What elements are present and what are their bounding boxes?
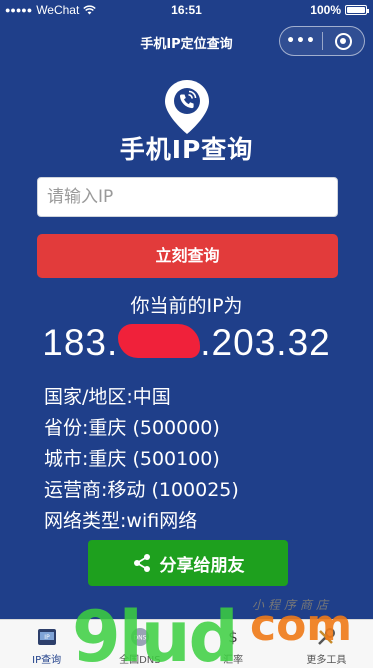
info-row-province: 省份:重庆 (500000): [44, 417, 220, 439]
current-ip-value: 183. .203.32: [0, 322, 373, 364]
info-row-city: 城市:重庆 (500100): [44, 448, 220, 470]
svg-text:$: $: [228, 628, 238, 646]
exchange-rate-icon: $: [228, 628, 238, 646]
tab-label-more-tools: 更多工具: [306, 655, 347, 666]
ip-search-input[interactable]: [37, 177, 338, 217]
tools-icon: [318, 628, 336, 645]
ip-query-icon: IP: [37, 629, 56, 645]
brand-title: 手机IP查询: [119, 135, 254, 164]
tab-label-exchange-rate: 汇率: [223, 655, 244, 666]
info-row-carrier: 运营商:移动 (100025): [44, 479, 239, 501]
ip-info-list: 国家/地区:中国 省份:重庆 (500000) 城市:重庆 (500100) 运…: [44, 382, 239, 537]
share-button-label: 分享给朋友: [159, 555, 245, 576]
ip-prefix: 183.: [42, 322, 119, 363]
info-row-network-type: 网络类型:wifi网络: [44, 510, 198, 532]
tab-label-ip-query: IP查询: [32, 655, 62, 666]
info-row-country: 国家/地区:中国: [44, 386, 171, 408]
close-mini-program-button[interactable]: [323, 32, 364, 50]
mini-program-capsule: •••: [279, 26, 365, 56]
close-circle-icon: [334, 32, 352, 50]
watermark-caption: 小程序商店: [252, 598, 333, 612]
navbar: 手机IP定位查询 •••: [0, 20, 373, 64]
status-right: 100%: [310, 3, 369, 17]
location-phone-logo-icon: [165, 80, 209, 134]
dns-icon: DNS: [130, 628, 149, 646]
svg-text:DNS: DNS: [133, 635, 146, 642]
current-ip-heading: 你当前的IP为: [130, 295, 243, 317]
tab-ip-query[interactable]: IP IP查询: [0, 620, 93, 668]
battery-icon: [345, 5, 369, 15]
query-now-button[interactable]: 立刻查询: [37, 234, 338, 278]
ip-suffix: .203.32: [200, 322, 331, 363]
status-bar: ●●●●● WeChat 16:51 100%: [0, 0, 373, 20]
tab-label-dns: 全国DNS: [119, 655, 161, 666]
battery-percent: 100%: [310, 3, 341, 17]
share-to-friend-button[interactable]: 分享给朋友: [88, 540, 288, 586]
bottom-tab-bar: IP IP查询 DNS 全国DNS $ 汇率 更多工具: [0, 619, 373, 668]
more-menu-button[interactable]: •••: [280, 33, 322, 49]
tab-more-tools[interactable]: 更多工具: [280, 620, 373, 668]
redaction-mark: [118, 324, 201, 358]
share-icon: [133, 554, 150, 572]
svg-text:IP: IP: [44, 634, 50, 641]
tab-exchange-rate[interactable]: $ 汇率: [187, 620, 280, 668]
tab-dns[interactable]: DNS 全国DNS: [93, 620, 186, 668]
